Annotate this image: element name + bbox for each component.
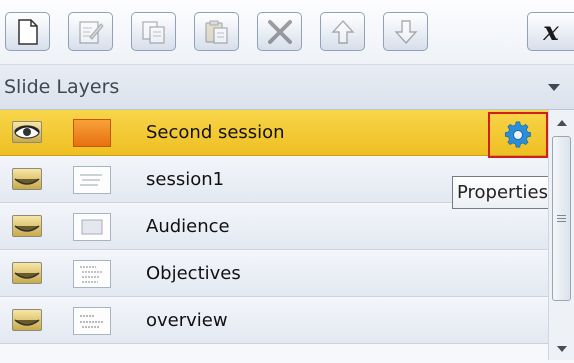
layer-label: overview xyxy=(146,310,228,331)
paste-icon xyxy=(204,20,228,44)
grip-line xyxy=(557,215,566,216)
layer-row-audience[interactable]: Audience xyxy=(0,204,548,250)
scroll-thumb[interactable] xyxy=(552,136,571,301)
edit-icon xyxy=(78,20,104,44)
panel-header: Slide Layers xyxy=(0,65,574,110)
delete-layer-button[interactable] xyxy=(257,12,302,51)
layer-thumbnail xyxy=(73,307,111,335)
grip-line xyxy=(557,221,566,222)
delete-x-icon xyxy=(267,19,292,44)
layer-row-objectives[interactable]: Objectives xyxy=(0,251,548,297)
layer-thumbnail xyxy=(73,166,111,194)
grip-line xyxy=(557,218,566,219)
hidden-eye-icon[interactable] xyxy=(12,262,42,284)
gear-icon xyxy=(504,121,531,148)
scroll-down-icon[interactable] xyxy=(557,346,567,352)
copy-layer-button[interactable] xyxy=(131,12,176,51)
close-icon: x xyxy=(543,16,559,47)
layer-thumbnail xyxy=(73,119,111,147)
new-page-icon xyxy=(17,18,38,45)
edit-layer-button[interactable] xyxy=(68,12,113,51)
properties-button[interactable] xyxy=(488,112,548,158)
hidden-eye-icon[interactable] xyxy=(12,168,42,190)
close-button[interactable]: x xyxy=(527,12,574,51)
move-down-button[interactable] xyxy=(383,12,428,51)
copy-icon xyxy=(141,20,165,44)
scroll-up-icon[interactable] xyxy=(557,120,567,126)
hidden-eye-icon[interactable] xyxy=(12,215,42,237)
move-up-button[interactable] xyxy=(320,12,365,51)
paste-layer-button[interactable] xyxy=(194,12,239,51)
layers-scrollbar[interactable] xyxy=(548,110,574,360)
chevron-down-icon[interactable] xyxy=(548,84,560,91)
layer-label: Audience xyxy=(146,216,230,237)
layer-thumbnail xyxy=(73,213,111,241)
layer-row-second-session[interactable]: Second session xyxy=(0,110,548,156)
visibility-eye-icon[interactable] xyxy=(12,121,42,143)
layer-label: Second session xyxy=(146,122,285,143)
layer-row-overview[interactable]: overview xyxy=(0,298,548,344)
arrow-down-icon xyxy=(393,19,418,44)
arrow-up-icon xyxy=(330,19,355,44)
layer-label: session1 xyxy=(146,169,225,190)
panel-title: Slide Layers xyxy=(4,76,120,98)
new-layer-button[interactable] xyxy=(5,12,50,51)
hidden-eye-icon[interactable] xyxy=(12,309,42,331)
layers-toolbar: x xyxy=(0,0,574,65)
layer-thumbnail xyxy=(73,260,111,288)
layer-label: Objectives xyxy=(146,263,241,284)
